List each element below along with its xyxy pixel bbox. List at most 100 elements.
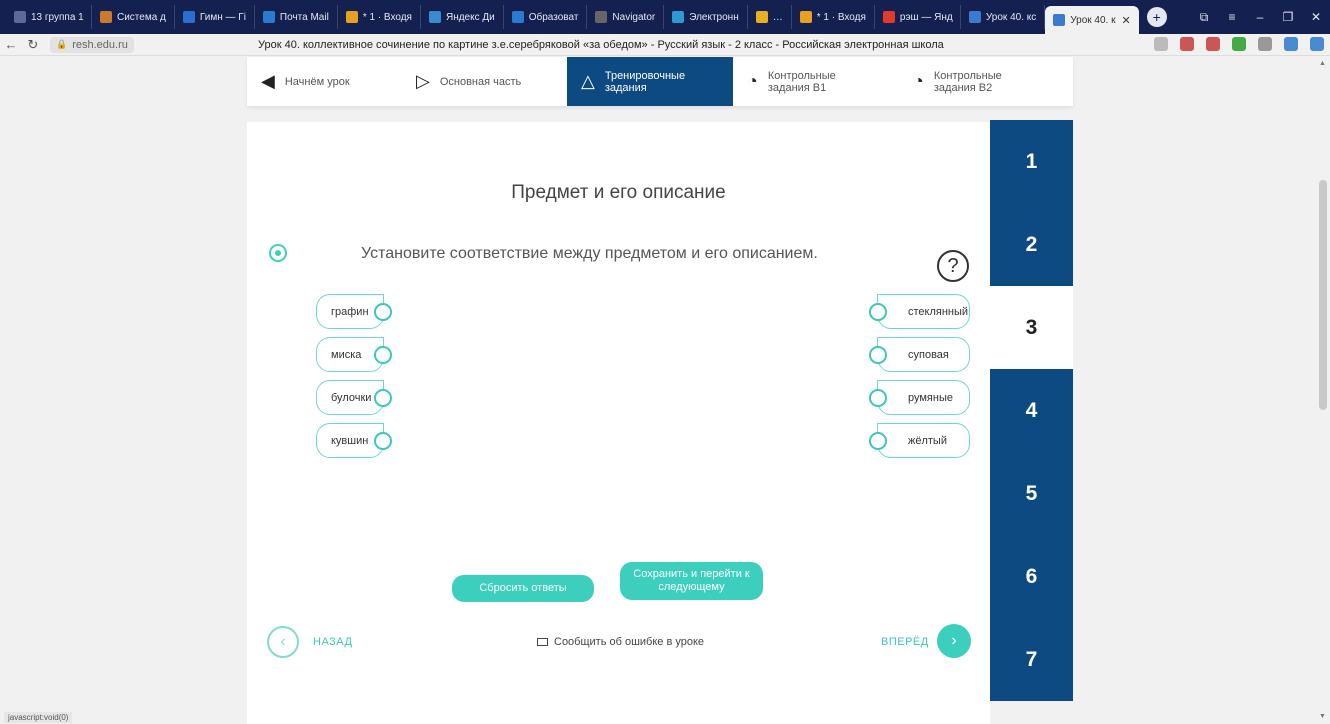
extension-icon[interactable] (1180, 37, 1194, 51)
browser-tab[interactable]: Система д (92, 5, 175, 29)
step-4[interactable]: 4 (990, 369, 1073, 452)
bookmark-icon[interactable] (1154, 37, 1168, 51)
url-field[interactable]: 🔒 resh.edu.ru (50, 36, 134, 53)
extension-icon[interactable] (1258, 37, 1272, 51)
scrollbar-thumb[interactable] (1319, 180, 1327, 410)
tab-list: 13 группа 1 Система д Гимн — Гі Почта Mail *… (6, 0, 1046, 34)
lock-icon: 🔒 (56, 39, 68, 49)
lesson-nav-item[interactable]: ▷ Основная часть (402, 57, 567, 106)
page-scrollbar[interactable]: ▲ ▼ (1316, 56, 1330, 724)
stopwatch-icon: ◔ (747, 71, 758, 91)
lesson-nav-item[interactable]: ◔ Контрольные задания В1 (733, 57, 899, 106)
left-item-label: графин (331, 305, 369, 318)
connector-dot-icon[interactable] (374, 303, 392, 321)
report-error-label: Сообщить об ошибке в уроке (554, 636, 705, 648)
browser-tab[interactable]: * 1 · Входя (338, 5, 421, 29)
tab-favicon-icon (182, 11, 195, 23)
forward-link[interactable]: ВПЕРЁД (881, 636, 929, 648)
browser-tab[interactable]: Navigator (587, 5, 665, 29)
close-tab-icon[interactable]: ✕ (1121, 14, 1130, 27)
reload-icon[interactable]: ↻ (22, 37, 44, 53)
browser-tab[interactable]: рэш — Янд (875, 5, 961, 29)
browser-tab[interactable]: Электронн (664, 5, 748, 29)
right-match-item[interactable]: стеклянный (869, 294, 970, 329)
connector-dot-icon[interactable] (374, 389, 392, 407)
left-match-item[interactable]: графин (316, 294, 392, 329)
extension-icon[interactable] (1284, 37, 1298, 51)
scroll-up-icon[interactable]: ▲ (1319, 60, 1326, 67)
browser-tab-label: 13 группа 1 (31, 11, 84, 23)
restore-icon[interactable]: ❐ (1274, 10, 1302, 24)
connector-dot-icon[interactable] (869, 432, 887, 450)
audio-play-icon[interactable] (269, 244, 287, 262)
connector-dot-icon[interactable] (374, 432, 392, 450)
window-controls: ⧉ ≡ – ❐ ✕ (1190, 0, 1330, 34)
connector-dot-icon[interactable] (374, 346, 392, 364)
browser-tab[interactable]: Яндекс Ди (421, 5, 504, 29)
left-match-item[interactable]: булочки (316, 380, 392, 415)
lesson-nav-item[interactable]: △ Тренировочные задания (567, 57, 733, 106)
task-instruction: Установите соответствие между предметом … (361, 245, 818, 262)
lesson-nav-label: Начнём урок (284, 75, 350, 88)
browser-tab[interactable]: 13 группа 1 (6, 5, 92, 29)
lesson-nav-label: Тренировочные задания (604, 69, 686, 94)
left-match-item[interactable]: кувшин (316, 423, 392, 458)
left-item-label: миска (331, 348, 362, 361)
tab-active-label: Урок 40. к (1070, 14, 1116, 26)
lesson-nav-item[interactable]: ◀︎ Начнём урок (247, 57, 402, 106)
back-link[interactable]: НАЗАД (313, 636, 352, 648)
browser-tab[interactable]: Гимн — Гі (175, 5, 255, 29)
tab-active[interactable]: Урок 40. к ✕ (1045, 6, 1139, 34)
step-6[interactable]: 6 (990, 535, 1073, 618)
tab-favicon-icon (100, 11, 112, 23)
close-window-icon[interactable]: ✕ (1302, 10, 1330, 24)
browser-tab[interactable]: Почта Mail (255, 5, 338, 29)
download-icon[interactable] (1310, 37, 1324, 51)
address-bar: ← ↻ 🔒 resh.edu.ru Урок 40. коллективное … (0, 34, 1330, 56)
connector-dot-icon[interactable] (869, 389, 887, 407)
browser-tab[interactable]: * 1 · Входя (792, 5, 875, 29)
scroll-down-icon[interactable]: ▼ (1319, 713, 1326, 720)
report-error-link[interactable]: Сообщить об ошибке в уроке (537, 636, 704, 648)
url-text: resh.edu.ru (72, 38, 128, 51)
tab-favicon-icon (799, 11, 812, 23)
tabs-icon[interactable]: ⧉ (1190, 10, 1218, 25)
step-1[interactable]: 1 (990, 120, 1073, 203)
right-match-item[interactable]: суповая (869, 337, 970, 372)
browser-tab[interactable]: Образоват (504, 5, 588, 29)
left-match-item[interactable]: миска (316, 337, 392, 372)
tab-favicon-icon (672, 11, 685, 23)
connector-dot-icon[interactable] (869, 303, 887, 321)
browser-tab-label: * 1 · Входя (816, 11, 866, 23)
help-icon[interactable]: ? (937, 250, 969, 282)
play-icon: ▷ (416, 71, 430, 91)
page-title: Урок 40. коллективное сочинение по карти… (258, 38, 944, 51)
browser-tab[interactable]: … (748, 5, 792, 29)
step-3[interactable]: 3 (990, 286, 1073, 369)
browser-tab-label: … (772, 11, 783, 23)
browser-tab[interactable]: Урок 40. кс (961, 5, 1046, 29)
task-card: Предмет и его описание Установите соотве… (247, 122, 990, 724)
step-2[interactable]: 2 (990, 203, 1073, 286)
tab-favicon-icon (262, 11, 275, 23)
new-tab-button[interactable]: + (1146, 7, 1167, 27)
right-match-item[interactable]: жёлтый (869, 423, 970, 458)
extension-icon[interactable] (1206, 37, 1220, 51)
save-and-next-button[interactable]: Сохранить и перейти к следующему (620, 562, 763, 600)
connector-dot-icon[interactable] (869, 346, 887, 364)
menu-icon[interactable]: ≡ (1218, 10, 1246, 24)
browser-tab-label: Электронн (689, 11, 739, 23)
lesson-nav-item[interactable]: ◔ Контрольные задания В2 (899, 57, 1073, 106)
minimize-icon[interactable]: – (1246, 10, 1274, 24)
lesson-nav-label: Контрольные задания В2 (933, 69, 1002, 94)
step-5[interactable]: 5 (990, 452, 1073, 535)
reset-answers-button[interactable]: Сбросить ответы (452, 575, 594, 602)
tab-favicon-icon (882, 11, 895, 23)
chevron-left-icon[interactable]: ‹ (267, 626, 299, 658)
back-arrow-icon[interactable]: ← (0, 37, 22, 52)
shield-icon[interactable] (1232, 37, 1246, 51)
chevron-right-icon[interactable]: › (937, 624, 971, 658)
right-item-label: румяные (908, 391, 953, 404)
step-7[interactable]: 7 (990, 618, 1073, 701)
right-match-item[interactable]: румяные (869, 380, 970, 415)
